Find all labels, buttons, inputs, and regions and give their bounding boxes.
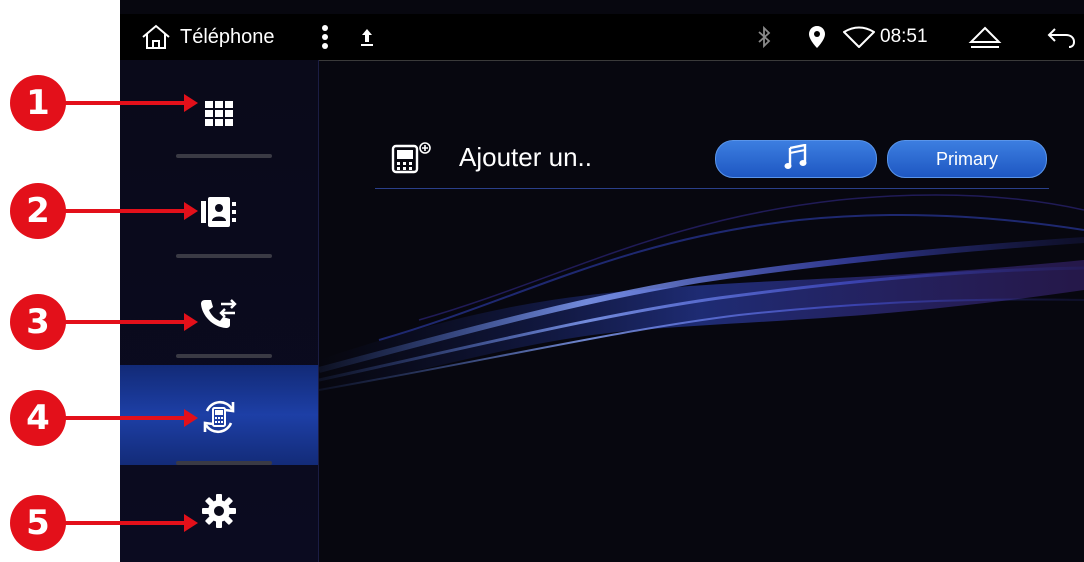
callout-arrow-2 (184, 202, 198, 220)
callout-line-2 (64, 209, 186, 213)
main-content: Ajouter un.. Primary (319, 60, 1084, 562)
add-device-icon (391, 140, 435, 183)
callout-1: 1 (10, 75, 66, 131)
callout-arrow-1 (184, 94, 198, 112)
status-bar: Téléphone 08:51 (120, 14, 1084, 61)
callout-line-4 (64, 416, 186, 420)
wifi-icon (842, 14, 876, 60)
sidebar-item-call-log[interactable] (120, 260, 318, 360)
callout-line-1 (64, 101, 186, 105)
eject-icon[interactable] (968, 14, 1002, 60)
callout-line-5 (64, 521, 186, 525)
divider (176, 354, 272, 358)
upload-icon (360, 14, 374, 60)
callout-line-3 (64, 320, 186, 324)
dialpad-icon (203, 100, 235, 133)
callout-3: 3 (10, 294, 66, 350)
divider (176, 254, 272, 258)
call-log-icon (199, 298, 239, 335)
contacts-icon (200, 196, 238, 233)
divider (176, 154, 272, 158)
phone-screen: Téléphone 08:51 Ajouter un.. Primary (120, 0, 1084, 562)
more-vert-icon[interactable] (320, 14, 330, 60)
callout-arrow-3 (184, 313, 198, 331)
device-name: Ajouter un.. (459, 142, 592, 172)
callout-2: 2 (10, 183, 66, 239)
device-row[interactable]: Ajouter un.. Primary (375, 130, 1049, 189)
background-wave (319, 194, 1084, 391)
home-icon[interactable] (140, 14, 172, 60)
bluetooth-icon (756, 14, 772, 60)
location-icon (808, 14, 826, 60)
primary-button[interactable]: Primary (887, 140, 1047, 178)
callout-arrow-4 (184, 409, 198, 427)
music-note-icon (784, 143, 808, 175)
back-icon[interactable] (1046, 14, 1076, 60)
callout-5: 5 (10, 495, 66, 551)
phone-sync-icon (199, 397, 239, 442)
gear-icon (201, 493, 237, 534)
app-title: Téléphone (180, 25, 275, 48)
sidebar-item-device-sync[interactable] (120, 365, 318, 465)
clock: 08:51 (880, 26, 928, 47)
callout-4: 4 (10, 390, 66, 446)
sidebar-item-dialpad[interactable] (120, 60, 318, 160)
callout-arrow-5 (184, 514, 198, 532)
sidebar-item-settings[interactable] (120, 465, 318, 562)
music-button[interactable] (715, 140, 877, 178)
sidebar (120, 60, 319, 562)
